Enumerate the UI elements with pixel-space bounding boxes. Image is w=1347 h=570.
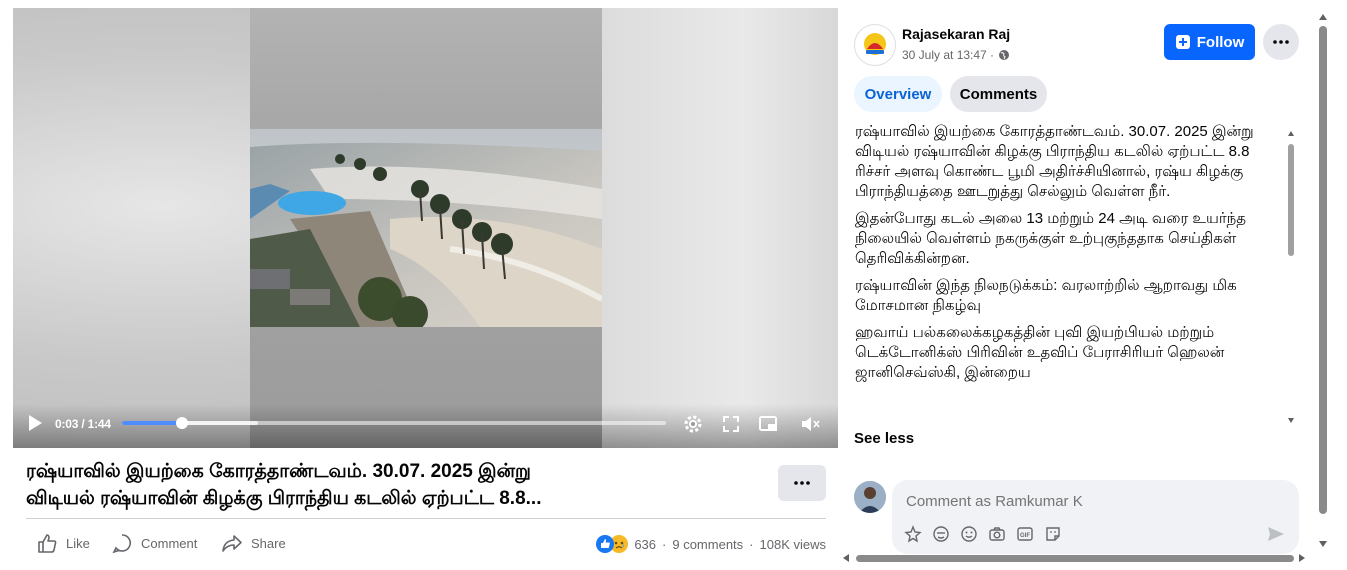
post-title-line-1: ரஷ்யாவில் இயற்கை கோரத்தாண்டவம். 30.07. 2… [26,461,531,482]
comment-input[interactable] [904,489,1288,513]
comment-icon [112,534,131,554]
video-player[interactable]: 0:03 / 1:44 [13,8,838,448]
like-icon [38,534,57,553]
video-scrubber-knob[interactable] [175,417,188,429]
comment-count[interactable]: 9 comments [672,537,743,552]
video-progress-fill [122,421,182,425]
like-button[interactable]: Like [36,531,90,555]
post-timestamp: 30 July at 13:47 · [902,48,1010,62]
side-more-button[interactable] [1263,24,1299,60]
stats-separator: · [662,536,667,552]
more-icon [1273,40,1289,44]
comment-button[interactable]: Comment [111,531,197,555]
video-progress-bar[interactable] [122,417,666,429]
reaction-icons[interactable] [596,535,629,553]
author-name[interactable]: Rajasekaran Raj [902,26,1010,42]
emoji-icon[interactable] [960,525,978,543]
post-more-button[interactable] [778,465,826,501]
follow-button[interactable]: Follow [1164,24,1255,60]
svg-text:GIF: GIF [1020,533,1030,539]
fullscreen-icon[interactable] [720,413,742,435]
tsunami-scene-image [250,129,602,327]
user-avatar[interactable] [854,481,886,513]
post-description: ரஷ்யாவில் இயற்கை கோரத்தாண்டவம். 30.07. 2… [855,122,1283,427]
video-time: 0:03 / 1:44 [55,417,111,431]
follow-label: Follow [1196,33,1245,51]
avatar-emoji-icon[interactable] [932,525,950,543]
post-divider [26,518,826,519]
follow-plus-icon [1175,35,1190,49]
sticker-icon[interactable] [904,525,922,543]
reaction-count[interactable]: 636 [634,537,656,552]
description-paragraph-2a: இதன்போது கடல் அலை 13 மற்றும் 24 அடி வரை … [855,210,1247,227]
timestamp-text[interactable]: 30 July at 13:47 · [902,48,994,62]
stats-separator-2: · [749,536,754,552]
mute-icon[interactable] [799,413,821,435]
video-controls-bar: 0:03 / 1:44 [13,404,838,448]
gif-icon[interactable]: GIF [1016,525,1034,543]
globe-icon [999,50,1010,60]
post-stats: 636 · 9 comments · 108K views [596,535,826,553]
description-paragraph-3: ரஷ்யாவின் இந்த நிலநடுக்கம்: வரலாற்றில் ஆ… [855,277,1237,314]
description-paragraph-2: இதன்போது கடல் அலை 13 மற்றும் 24 அடி வரை … [855,209,1283,269]
send-icon[interactable] [1266,524,1286,544]
page-horizontal-scrollbar[interactable] [838,551,1316,565]
sticker-face-icon[interactable] [1044,525,1062,543]
share-icon [222,535,242,552]
description-scrollbar[interactable] [1285,126,1297,428]
like-label: Like [66,535,90,551]
like-reaction-icon [596,535,615,553]
video-frame-tsunami [250,129,602,327]
video-blur-right [602,8,838,448]
more-icon [794,481,810,485]
see-less-link[interactable]: See less [854,430,914,447]
tab-overview[interactable]: Overview [854,76,942,112]
view-count: 108K views [759,536,826,552]
camera-icon[interactable] [988,525,1006,543]
settings-icon[interactable] [682,413,704,435]
description-paragraph-4: ஹவாய் பல்கலைக்கழகத்தின் புவி இயற்பியல் ம… [855,324,1225,381]
comment-label: Comment [141,535,198,551]
description-paragraph-2b: நிலையில் வெள்ளம் நகருக்குள் உற்புகுந்ததா… [855,230,1237,267]
miniplayer-icon[interactable] [757,413,779,435]
description-paragraph-1: ரஷ்யாவில் இயற்கை கோரத்தாண்டவம். 30.07. 2… [855,123,1254,200]
post-title-line-2: விடியல் ரஷ்யாவின் கிழக்கு பிராந்திய கடலி… [26,488,542,509]
tab-comments[interactable]: Comments [950,76,1047,112]
page-vertical-scrollbar[interactable] [1316,8,1330,558]
share-label: Share [251,535,286,551]
share-button[interactable]: Share [221,531,286,555]
post-title: ரஷ்யாவில் இயற்கை கோரத்தாண்டவம். 30.07. 2… [26,458,746,512]
author-avatar[interactable] [854,24,896,66]
comment-composer: GIF [892,480,1299,554]
play-icon[interactable] [27,414,43,432]
